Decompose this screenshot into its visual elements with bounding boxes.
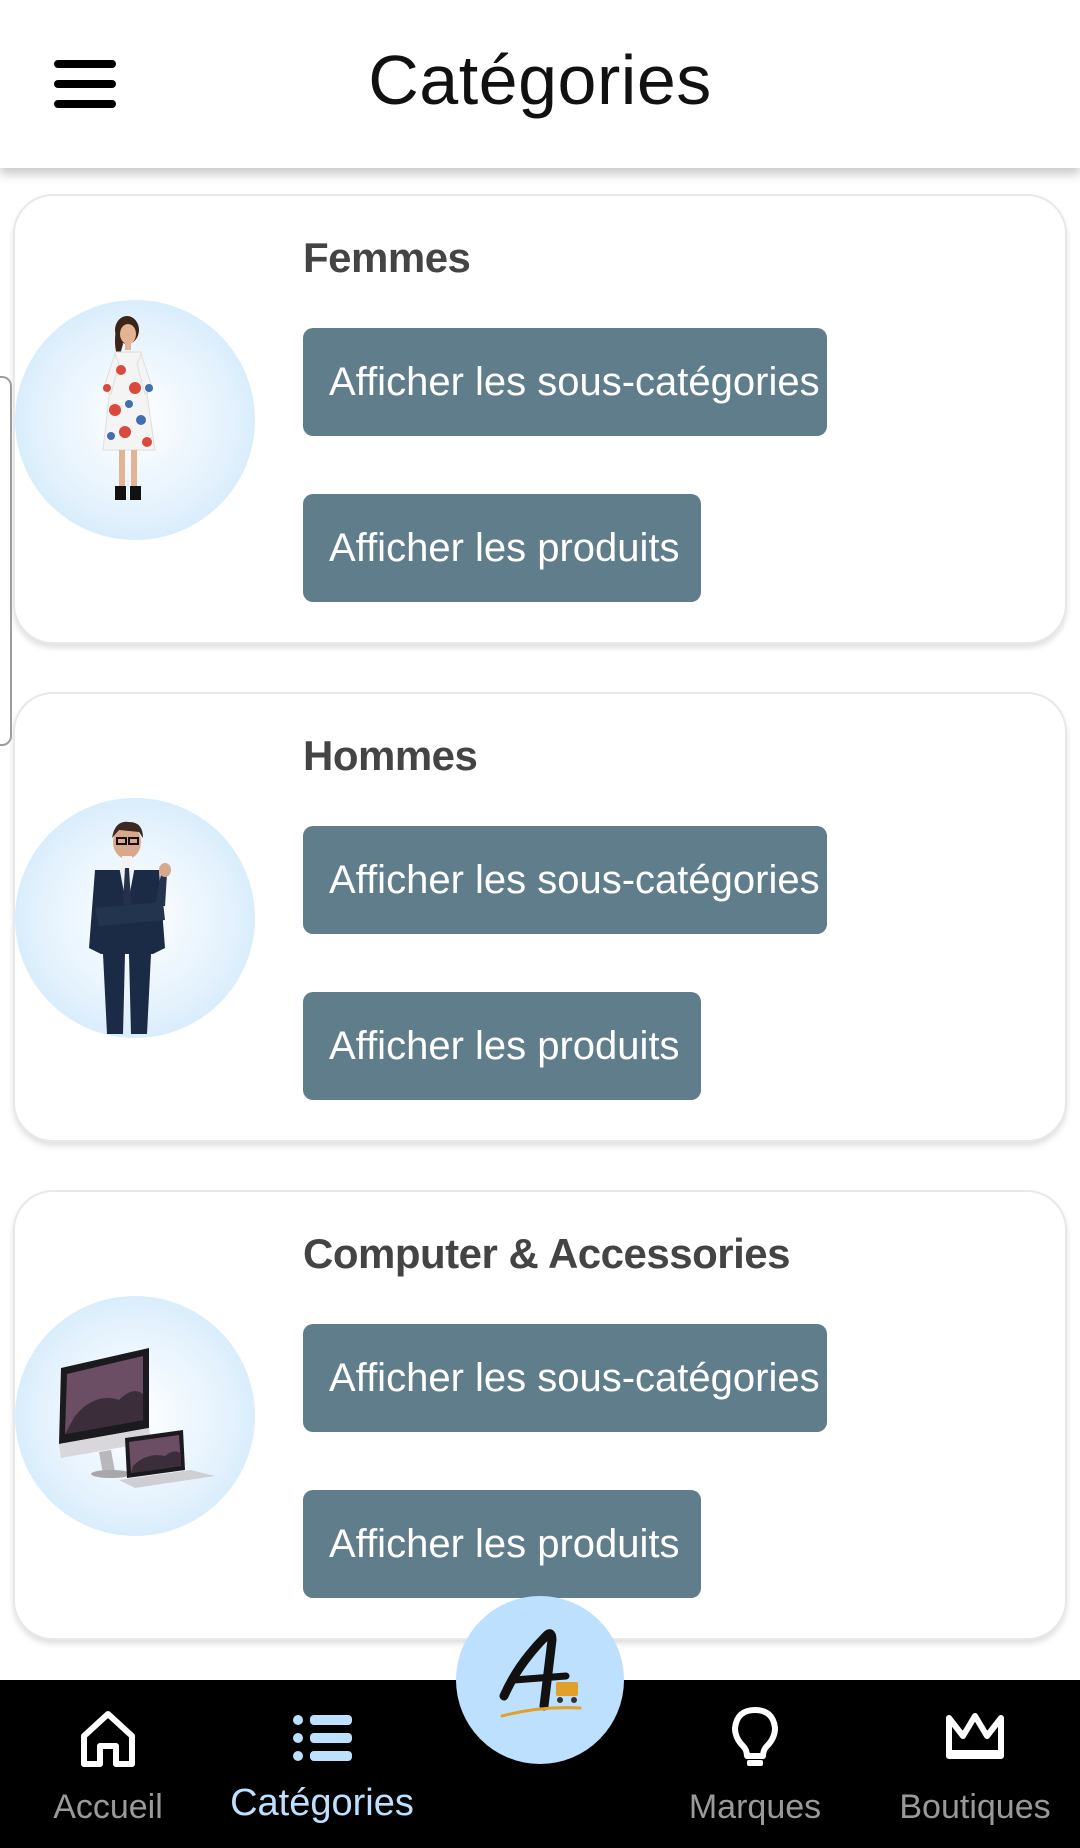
lightbulb-icon (732, 1707, 778, 1766)
category-card: Computer & Accessories Afficher les sous… (13, 1190, 1067, 1640)
nav-item-boutiques[interactable]: Boutiques (880, 1680, 1070, 1848)
category-card: Hommes Afficher les sous-catégories Affi… (13, 692, 1067, 1142)
show-products-button[interactable]: Afficher les produits (303, 992, 701, 1100)
show-products-button[interactable]: Afficher les produits (303, 1490, 701, 1598)
category-card: Femmes Afficher les sous-catégories Affi… (13, 194, 1067, 644)
category-title: Hommes (303, 732, 478, 779)
nav-item-marques[interactable]: Marques (670, 1680, 840, 1848)
show-subcategories-button[interactable]: Afficher les sous-catégories (303, 826, 827, 934)
nav-label: Boutiques (899, 1788, 1051, 1826)
woman-dress-icon (102, 316, 156, 500)
nav-label: Marques (688, 1788, 822, 1826)
nav-item-accueil[interactable]: Accueil (18, 1680, 198, 1848)
show-subcategories-button[interactable]: Afficher les sous-catégories (303, 1324, 827, 1432)
nav-label: Catégories (230, 1782, 414, 1824)
category-image-femmes[interactable] (15, 300, 255, 540)
nav-label: Accueil (53, 1788, 163, 1826)
man-suit-icon (89, 821, 171, 1034)
nav-item-categories[interactable]: Catégories (222, 1680, 422, 1848)
category-title: Computer & Accessories (303, 1230, 790, 1277)
show-subcategories-button[interactable]: Afficher les sous-catégories (303, 328, 827, 436)
app-logo-a-cart-icon (499, 1629, 582, 1718)
category-image-hommes[interactable] (15, 798, 255, 1038)
app-logo-button[interactable] (456, 1596, 624, 1764)
imac-macbook-icon (59, 1348, 215, 1488)
crown-icon (946, 1713, 1004, 1759)
category-image-computer[interactable] (15, 1296, 255, 1536)
home-icon (81, 1711, 135, 1767)
drawer-edge-handle[interactable] (0, 376, 12, 746)
page-title: Catégories (368, 41, 712, 119)
show-products-button[interactable]: Afficher les produits (303, 494, 701, 602)
category-title: Femmes (303, 234, 471, 281)
list-icon (293, 1715, 352, 1761)
app-header: Catégories (0, 0, 1080, 168)
